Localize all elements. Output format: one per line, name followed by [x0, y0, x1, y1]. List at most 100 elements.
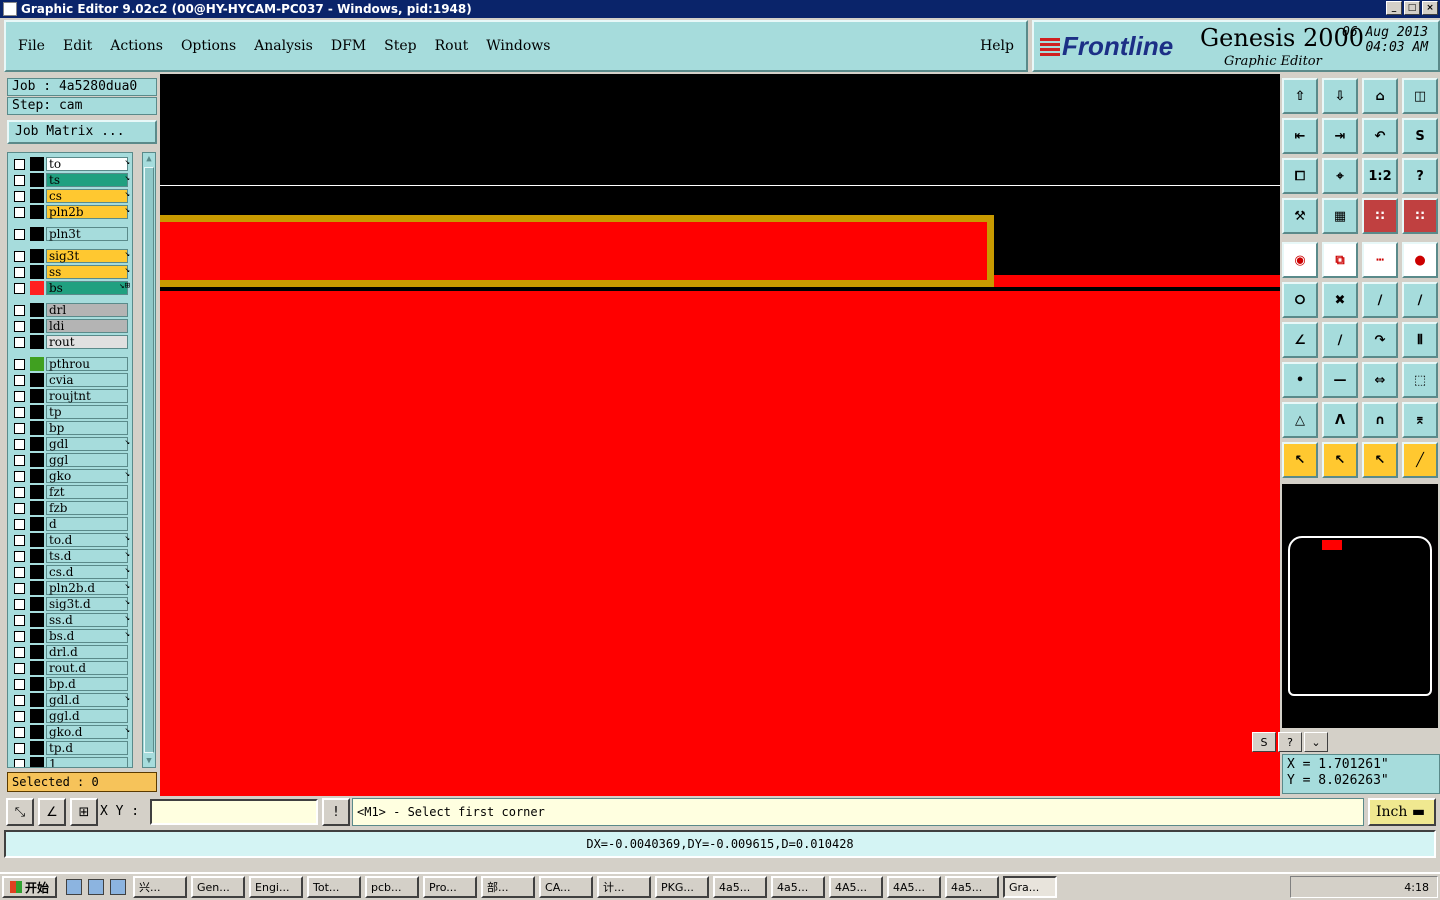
layer-checkbox[interactable] — [14, 679, 25, 690]
layer-row[interactable]: pln2b ↘ — [8, 205, 132, 219]
layer-color-swatch[interactable] — [30, 485, 44, 499]
taskbar-button[interactable]: 兴... — [133, 876, 188, 898]
layer-name[interactable]: pln2b.d — [46, 581, 128, 595]
layer-row[interactable]: fzb — [8, 501, 132, 515]
menu-step[interactable]: Step — [384, 38, 416, 54]
layer-row[interactable]: gko.d ↘ — [8, 725, 132, 739]
layer-name[interactable]: gko.d — [46, 725, 128, 739]
layer-checkbox[interactable] — [14, 535, 25, 546]
quick-launch-desktop-icon[interactable] — [66, 879, 83, 895]
layer-checkbox[interactable] — [14, 207, 25, 218]
menu-file[interactable]: File — [18, 38, 45, 54]
layer-row[interactable]: ggl — [8, 453, 132, 467]
edge-icon[interactable]: ⫴ — [1402, 322, 1438, 358]
menu-edit[interactable]: Edit — [63, 38, 92, 54]
cross-icon[interactable]: ✖ — [1322, 282, 1358, 318]
maximize-button[interactable]: □ — [1404, 1, 1420, 15]
span-icon[interactable]: ⇔ — [1362, 362, 1398, 398]
select-icon[interactable]: ↖ — [1322, 442, 1358, 478]
quick-launch-clock-icon[interactable] — [88, 879, 105, 895]
layer-checkbox[interactable] — [14, 503, 25, 514]
point-icon[interactable]: • — [1282, 362, 1318, 398]
layer-checkbox[interactable] — [14, 359, 25, 370]
layer-checkbox[interactable] — [14, 175, 25, 186]
arch-alt-icon[interactable]: ∩ — [1362, 402, 1398, 438]
layer-color-swatch[interactable] — [30, 613, 44, 627]
layer-name[interactable]: cs — [46, 189, 128, 203]
taskbar-button[interactable]: 4A5... — [887, 876, 942, 898]
arc-icon[interactable]: ↷ — [1362, 322, 1398, 358]
layer-row[interactable]: sig3t.d ↘ — [8, 597, 132, 611]
layer-name[interactable]: rout.d — [46, 661, 128, 675]
arch-mirror-icon[interactable]: ⌆ — [1402, 402, 1438, 438]
layer-name[interactable]: 1 — [46, 757, 128, 767]
layer-checkbox[interactable] — [14, 423, 25, 434]
layer-row[interactable]: ss ↘ — [8, 265, 132, 279]
layer-checkbox[interactable] — [14, 519, 25, 530]
menu-windows[interactable]: Windows — [486, 38, 550, 54]
layer-name[interactable]: ldi — [46, 319, 128, 333]
layer-color-swatch[interactable] — [30, 173, 44, 187]
layer-checkbox[interactable] — [14, 743, 25, 754]
layer-row[interactable]: sig3t ↘ — [8, 249, 132, 263]
ruler-icon[interactable]: ┅ — [1362, 242, 1398, 278]
menu-rout[interactable]: Rout — [435, 38, 469, 54]
layer-checkbox[interactable] — [14, 583, 25, 594]
layer-color-swatch[interactable] — [30, 533, 44, 547]
open-job-icon[interactable]: ⇧ — [1282, 78, 1318, 114]
layer-row[interactable]: rout — [8, 335, 132, 349]
unit-selector[interactable]: Inch ▬ — [1368, 798, 1436, 826]
layer-color-swatch[interactable] — [30, 335, 44, 349]
slash-icon[interactable]: ∕ — [1322, 322, 1358, 358]
layer-color-swatch[interactable] — [30, 597, 44, 611]
redraw-icon[interactable]: S — [1402, 118, 1438, 154]
taskbar-button[interactable]: PKG... — [655, 876, 710, 898]
layer-name[interactable]: bs — [46, 281, 128, 295]
taskbar-button[interactable]: 4a5... — [945, 876, 1000, 898]
layer-color-swatch[interactable] — [30, 629, 44, 643]
taskbar-button[interactable]: Engi... — [249, 876, 304, 898]
taskbar-button[interactable]: 部... — [481, 876, 536, 898]
layer-checkbox[interactable] — [14, 471, 25, 482]
layer-row[interactable]: bs.d ↘ — [8, 629, 132, 643]
layer-row[interactable]: gdl ↘ — [8, 437, 132, 451]
home-icon[interactable]: ⌂ — [1362, 78, 1398, 114]
select-alt-icon[interactable]: ↖ — [1362, 442, 1398, 478]
layer-color-swatch[interactable] — [30, 303, 44, 317]
layer-color-swatch[interactable] — [30, 205, 44, 219]
angle-icon[interactable]: ∠ — [1282, 322, 1318, 358]
layer-name[interactable]: ts.d — [46, 549, 128, 563]
layer-checkbox[interactable] — [14, 759, 25, 767]
layer-row[interactable]: ts.d ↘ — [8, 549, 132, 563]
pointer-icon[interactable]: ↖ — [1282, 442, 1318, 478]
layer-row[interactable]: pln2b.d ↘ — [8, 581, 132, 595]
layer-name[interactable]: to — [46, 157, 128, 171]
layer-color-swatch[interactable] — [30, 421, 44, 435]
layer-name[interactable]: d — [46, 517, 128, 531]
layer-checkbox[interactable] — [14, 599, 25, 610]
layer-color-swatch[interactable] — [30, 677, 44, 691]
pan-left-icon[interactable]: ⇤ — [1282, 118, 1318, 154]
layer-row[interactable]: roujtnt — [8, 389, 132, 403]
snap-alt-icon[interactable]: ∷ — [1402, 198, 1438, 234]
layer-name[interactable]: bs.d — [46, 629, 128, 643]
window-icon[interactable]: ◫ — [1402, 78, 1438, 114]
layer-color-swatch[interactable] — [30, 517, 44, 531]
layer-color-swatch[interactable] — [30, 157, 44, 171]
grid-toggle-icon[interactable]: ⊞ — [70, 798, 98, 826]
layer-name[interactable]: ggl — [46, 453, 128, 467]
layer-color-swatch[interactable] — [30, 357, 44, 371]
layer-row[interactable]: ggl.d — [8, 709, 132, 723]
layer-color-swatch[interactable] — [30, 373, 44, 387]
minimize-button[interactable]: _ — [1386, 1, 1402, 15]
layer-color-swatch[interactable] — [30, 249, 44, 263]
layer-row[interactable]: gdl.d ↘ — [8, 693, 132, 707]
taskbar-button[interactable]: Gra... — [1003, 876, 1058, 898]
layer-name[interactable]: fzt — [46, 485, 128, 499]
layer-checkbox[interactable] — [14, 695, 25, 706]
layer-color-swatch[interactable] — [30, 265, 44, 279]
arch-icon[interactable]: Λ — [1322, 402, 1358, 438]
dash-icon[interactable]: — — [1322, 362, 1358, 398]
layer-row[interactable]: tp — [8, 405, 132, 419]
layer-color-swatch[interactable] — [30, 469, 44, 483]
